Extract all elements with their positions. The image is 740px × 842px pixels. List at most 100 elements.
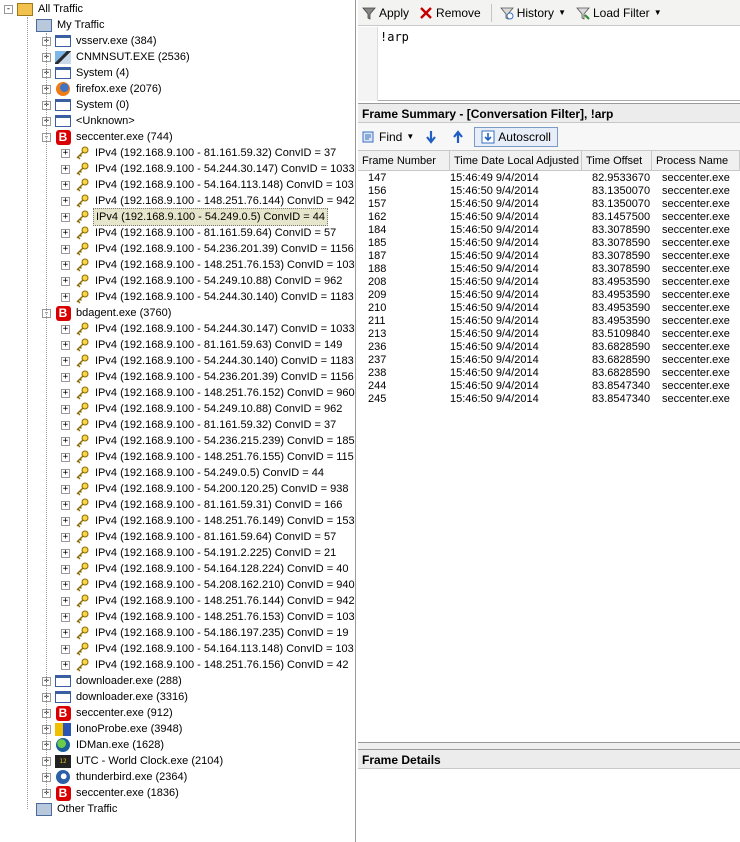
tree-node-conversation[interactable]: + IPv4 (192.168.9.100 - 148.251.76.144) C…: [61, 593, 355, 609]
table-row[interactable]: 184 15:46:50 9/4/2014 83.3078590 seccenter.…: [358, 224, 740, 237]
history-dropdown[interactable]: History ▼: [496, 3, 570, 23]
expand-icon[interactable]: +: [61, 164, 70, 174]
expand-icon[interactable]: +: [61, 324, 70, 334]
tree-node-process[interactable]: + thunderbird.exe (2364): [42, 769, 189, 785]
tree-node-conversation[interactable]: + IPv4 (192.168.9.100 - 54.164.113.148) C…: [61, 177, 355, 193]
tree-node-conversation[interactable]: + IPv4 (192.168.9.100 - 81.161.59.63) Con…: [61, 337, 344, 353]
table-row[interactable]: 208 15:46:50 9/4/2014 83.4953590 seccenter.…: [358, 276, 740, 289]
expand-icon[interactable]: +: [61, 628, 70, 638]
expand-icon[interactable]: +: [61, 660, 70, 670]
tree-node-conversation[interactable]: + IPv4 (192.168.9.100 - 81.161.59.32) Con…: [61, 145, 338, 161]
table-row[interactable]: 162 15:46:50 9/4/2014 83.1457500 seccenter.…: [358, 211, 740, 224]
expand-icon[interactable]: +: [61, 532, 70, 542]
expand-icon[interactable]: +: [61, 516, 70, 526]
apply-filter-button[interactable]: Apply: [358, 3, 413, 23]
expand-icon[interactable]: +: [61, 148, 70, 158]
find-previous-button[interactable]: [447, 127, 472, 147]
expand-icon[interactable]: +: [61, 580, 70, 590]
tree-node-conversation[interactable]: + IPv4 (192.168.9.100 - 54.249.0.5) ConvI…: [61, 465, 326, 481]
tree-node-process[interactable]: + IDMan.exe (1628): [42, 737, 166, 753]
expand-icon[interactable]: +: [61, 420, 70, 430]
table-row[interactable]: 245 15:46:50 9/4/2014 83.8547340 seccenter.…: [358, 393, 740, 406]
table-row[interactable]: 244 15:46:50 9/4/2014 83.8547340 seccenter.…: [358, 380, 740, 393]
tree-node-process[interactable]: - Bseccenter.exe (744): [42, 129, 175, 145]
tree-node-conversation[interactable]: + IPv4 (192.168.9.100 - 54.191.2.225) Con…: [61, 545, 338, 561]
expand-icon[interactable]: +: [61, 500, 70, 510]
table-row[interactable]: 210 15:46:50 9/4/2014 83.4953590 seccenter.…: [358, 302, 740, 315]
tree-node-process[interactable]: + Bseccenter.exe (1836): [42, 785, 181, 801]
tree-node-process[interactable]: + IonoProbe.exe (3948): [42, 721, 184, 737]
tree-node-conversation[interactable]: + IPv4 (192.168.9.100 - 54.249.10.88) Con…: [61, 401, 344, 417]
tree-node-conversation[interactable]: + IPv4 (192.168.9.100 - 148.251.76.149) C…: [61, 513, 355, 529]
display-filter-editor[interactable]: !arp: [358, 27, 740, 101]
expand-icon[interactable]: +: [61, 228, 70, 238]
tree-node-conversation[interactable]: + IPv4 (192.168.9.100 - 148.251.76.144) C…: [61, 193, 355, 209]
table-row[interactable]: 187 15:46:50 9/4/2014 83.3078590 seccenter.…: [358, 250, 740, 263]
expand-icon[interactable]: +: [61, 468, 70, 478]
table-row[interactable]: 209 15:46:50 9/4/2014 83.4953590 seccenter.…: [358, 289, 740, 302]
tree-node-process[interactable]: + System (4): [42, 65, 131, 81]
conversation-tree[interactable]: - All Traffic My Traffic + vsserv.exe (384) +…: [0, 0, 356, 842]
collapse-icon[interactable]: -: [4, 4, 13, 14]
find-next-button[interactable]: [420, 127, 445, 147]
tree-node-conversation[interactable]: + IPv4 (192.168.9.100 - 81.161.59.32) Con…: [61, 417, 338, 433]
tree-node-conversation[interactable]: + IPv4 (192.168.9.100 - 54.164.128.224) C…: [61, 561, 350, 577]
expand-icon[interactable]: +: [61, 388, 70, 398]
tree-node-conversation[interactable]: + IPv4 (192.168.9.100 - 54.244.30.140) Co…: [61, 353, 355, 369]
autoscroll-toggle[interactable]: Autoscroll: [474, 126, 558, 147]
tree-node-process[interactable]: + CNMNSUT.EXE (2536): [42, 49, 192, 65]
tree-node-process[interactable]: + System (0): [42, 97, 131, 113]
table-row[interactable]: 211 15:46:50 9/4/2014 83.4953590 seccenter.…: [358, 315, 740, 328]
tree-node-conversation[interactable]: + IPv4 (192.168.9.100 - 54.249.0.5) ConvI…: [61, 208, 329, 226]
table-row[interactable]: 213 15:46:50 9/4/2014 83.5109840 seccenter.…: [358, 328, 740, 341]
expand-icon[interactable]: +: [61, 612, 70, 622]
tree-node-process[interactable]: +12 UTC - World Clock.exe (2104): [42, 753, 225, 769]
expand-icon[interactable]: +: [61, 452, 70, 462]
load-filter-dropdown[interactable]: Load Filter ▼: [572, 3, 666, 23]
tree-node-conversation[interactable]: + IPv4 (192.168.9.100 - 148.251.76.153) C…: [61, 257, 355, 273]
expand-icon[interactable]: +: [61, 356, 70, 366]
tree-node-conversation[interactable]: + IPv4 (192.168.9.100 - 54.200.120.25) Co…: [61, 481, 350, 497]
col-time-offset[interactable]: Time Offset: [582, 151, 652, 171]
table-row[interactable]: 236 15:46:50 9/4/2014 83.6828590 seccenter.…: [358, 341, 740, 354]
table-row[interactable]: 156 15:46:50 9/4/2014 83.1350070 seccenter.…: [358, 185, 740, 198]
tree-node-process[interactable]: + firefox.exe (2076): [42, 81, 164, 97]
expand-icon[interactable]: +: [61, 180, 70, 190]
filter-expression[interactable]: !arp: [380, 30, 409, 44]
tree-node-conversation[interactable]: + IPv4 (192.168.9.100 - 54.236.215.239) C…: [61, 433, 355, 449]
expand-icon[interactable]: +: [61, 196, 70, 206]
tree-node-conversation[interactable]: + IPv4 (192.168.9.100 - 54.249.10.88) Con…: [61, 273, 344, 289]
expand-icon[interactable]: +: [61, 276, 70, 286]
tree-node-conversation[interactable]: + IPv4 (192.168.9.100 - 54.244.30.147) Co…: [61, 321, 355, 337]
tree-node-conversation[interactable]: + IPv4 (192.168.9.100 - 81.161.59.31) Con…: [61, 497, 344, 513]
tree-node-all-traffic[interactable]: - All Traffic: [4, 1, 85, 17]
tree-node-process[interactable]: + vsserv.exe (384): [42, 33, 159, 49]
expand-icon[interactable]: +: [61, 292, 70, 302]
tree-node-conversation[interactable]: + IPv4 (192.168.9.100 - 54.164.113.148) C…: [61, 641, 355, 657]
tree-node-conversation[interactable]: + IPv4 (192.168.9.100 - 54.236.201.39) Co…: [61, 241, 355, 257]
expand-icon[interactable]: +: [61, 484, 70, 494]
frame-summary-grid[interactable]: Frame Number Time Date Local Adjusted Ti…: [358, 151, 740, 743]
tree-node-process[interactable]: + <Unknown>: [42, 113, 137, 129]
expand-icon[interactable]: +: [61, 260, 70, 270]
tree-node-process[interactable]: + Bseccenter.exe (912): [42, 705, 175, 721]
col-frame-number[interactable]: Frame Number: [358, 151, 450, 171]
col-time-date[interactable]: Time Date Local Adjusted: [450, 151, 582, 171]
table-row[interactable]: 188 15:46:50 9/4/2014 83.3078590 seccenter.…: [358, 263, 740, 276]
table-row[interactable]: 185 15:46:50 9/4/2014 83.3078590 seccenter.…: [358, 237, 740, 250]
tree-node-conversation[interactable]: + IPv4 (192.168.9.100 - 148.251.76.156) C…: [61, 657, 350, 673]
tree-node-process[interactable]: - Bbdagent.exe (3760): [42, 305, 173, 321]
expand-icon[interactable]: +: [61, 372, 70, 382]
table-row[interactable]: 237 15:46:50 9/4/2014 83.6828590 seccenter.…: [358, 354, 740, 367]
expand-icon[interactable]: +: [61, 212, 70, 222]
tree-node-process[interactable]: + downloader.exe (3316): [42, 689, 190, 705]
tree-node-conversation[interactable]: + IPv4 (192.168.9.100 - 148.251.76.152) C…: [61, 385, 355, 401]
find-dropdown[interactable]: Find ▼: [358, 127, 418, 147]
tree-node-conversation[interactable]: + IPv4 (192.168.9.100 - 54.244.30.140) Co…: [61, 289, 355, 305]
remove-filter-button[interactable]: Remove: [415, 3, 485, 23]
tree-node-conversation[interactable]: + IPv4 (192.168.9.100 - 81.161.59.64) Con…: [61, 225, 338, 241]
expand-icon[interactable]: +: [61, 436, 70, 446]
tree-node-conversation[interactable]: + IPv4 (192.168.9.100 - 54.186.197.235) C…: [61, 625, 350, 641]
tree-node-conversation[interactable]: + IPv4 (192.168.9.100 - 54.236.201.39) Co…: [61, 369, 355, 385]
tree-node-conversation[interactable]: + IPv4 (192.168.9.100 - 81.161.59.64) Con…: [61, 529, 338, 545]
